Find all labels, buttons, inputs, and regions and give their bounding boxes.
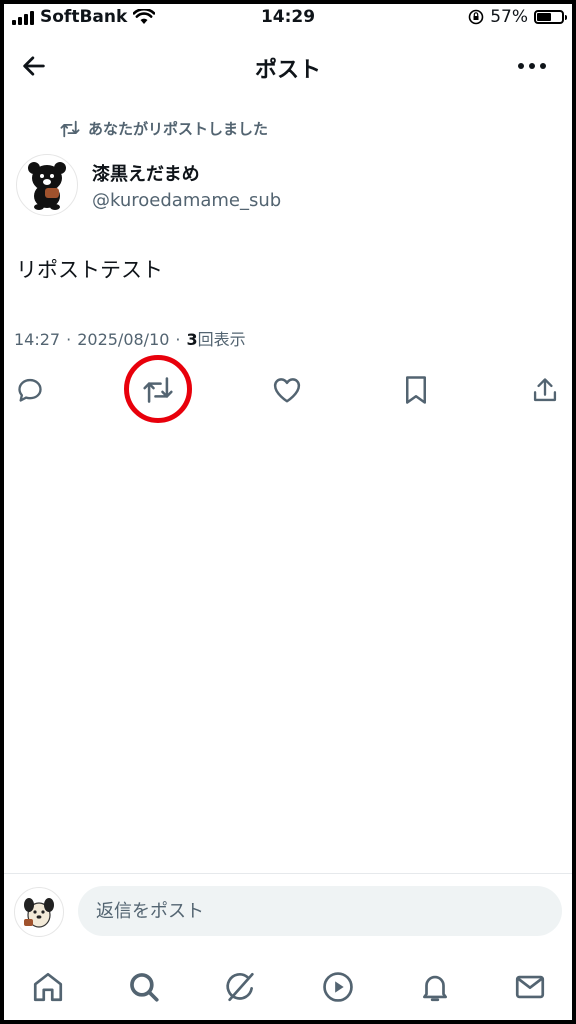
post-text: リポストテスト [16, 258, 163, 282]
reply-input[interactable] [78, 886, 562, 936]
bookmark-icon [406, 376, 426, 404]
video-icon [323, 972, 353, 1002]
post-time[interactable]: 14:27 [14, 330, 60, 349]
author-names: 漆黒えだまめ @kuroedamame_sub [92, 154, 281, 216]
search-icon [130, 973, 159, 1002]
like-button[interactable] [265, 368, 309, 412]
meta-separator: · [175, 330, 181, 349]
status-right: 57% [468, 7, 567, 27]
post-date[interactable]: 2025/08/10 [77, 330, 169, 349]
post-actions [4, 368, 572, 412]
divider [4, 873, 572, 874]
more-options-button[interactable] [510, 44, 554, 88]
rotation-lock-icon [468, 9, 484, 25]
display-name[interactable]: 漆黒えだまめ [92, 160, 281, 186]
grok-icon [226, 972, 254, 1002]
user-handle[interactable]: @kuroedamame_sub [92, 190, 281, 211]
tab-search[interactable] [120, 963, 168, 1011]
avatar[interactable] [16, 154, 78, 216]
repost-note-text: あなたがリポストしました [88, 120, 269, 138]
tab-video[interactable] [314, 963, 362, 1011]
tab-grok[interactable] [217, 963, 265, 1011]
tab-notifications[interactable] [411, 963, 459, 1011]
top-bar: ポスト [4, 44, 572, 88]
notifications-icon [423, 975, 447, 1002]
repost-indicator: あなたがリポストしました [60, 118, 268, 139]
tab-messages[interactable] [506, 963, 554, 1011]
bookmark-button[interactable] [394, 368, 438, 412]
views-count: 3 [186, 330, 198, 349]
meta-separator: · [66, 330, 72, 349]
heart-icon [273, 378, 301, 403]
views-label: 回表示 [197, 330, 246, 349]
my-avatar [14, 887, 64, 937]
bear-avatar-icon [28, 162, 66, 210]
home-icon [33, 972, 63, 1002]
messages-icon [515, 975, 545, 999]
repost-small-icon [60, 120, 80, 137]
page-title: ポスト [254, 58, 321, 83]
screen: SoftBank 14:29 57% ポスト あなたがリポストしました 漆黒えだ… [4, 4, 572, 1020]
post-meta: 14:27 · 2025/08/10 · 3回表示 [14, 326, 246, 350]
battery-icon [534, 10, 567, 24]
post-author: 漆黒えだまめ @kuroedamame_sub [16, 154, 281, 216]
more-icon [518, 63, 546, 69]
share-button[interactable] [523, 368, 567, 412]
battery-percent: 57% [490, 7, 528, 27]
dog-avatar-icon [24, 898, 54, 928]
reply-icon [18, 378, 42, 402]
repost-highlight-circle [124, 355, 192, 423]
reply-button[interactable] [8, 368, 52, 412]
status-bar: SoftBank 14:29 57% [4, 4, 572, 32]
tab-bar [4, 959, 572, 1015]
share-icon [533, 378, 557, 402]
tab-home[interactable] [24, 963, 72, 1011]
